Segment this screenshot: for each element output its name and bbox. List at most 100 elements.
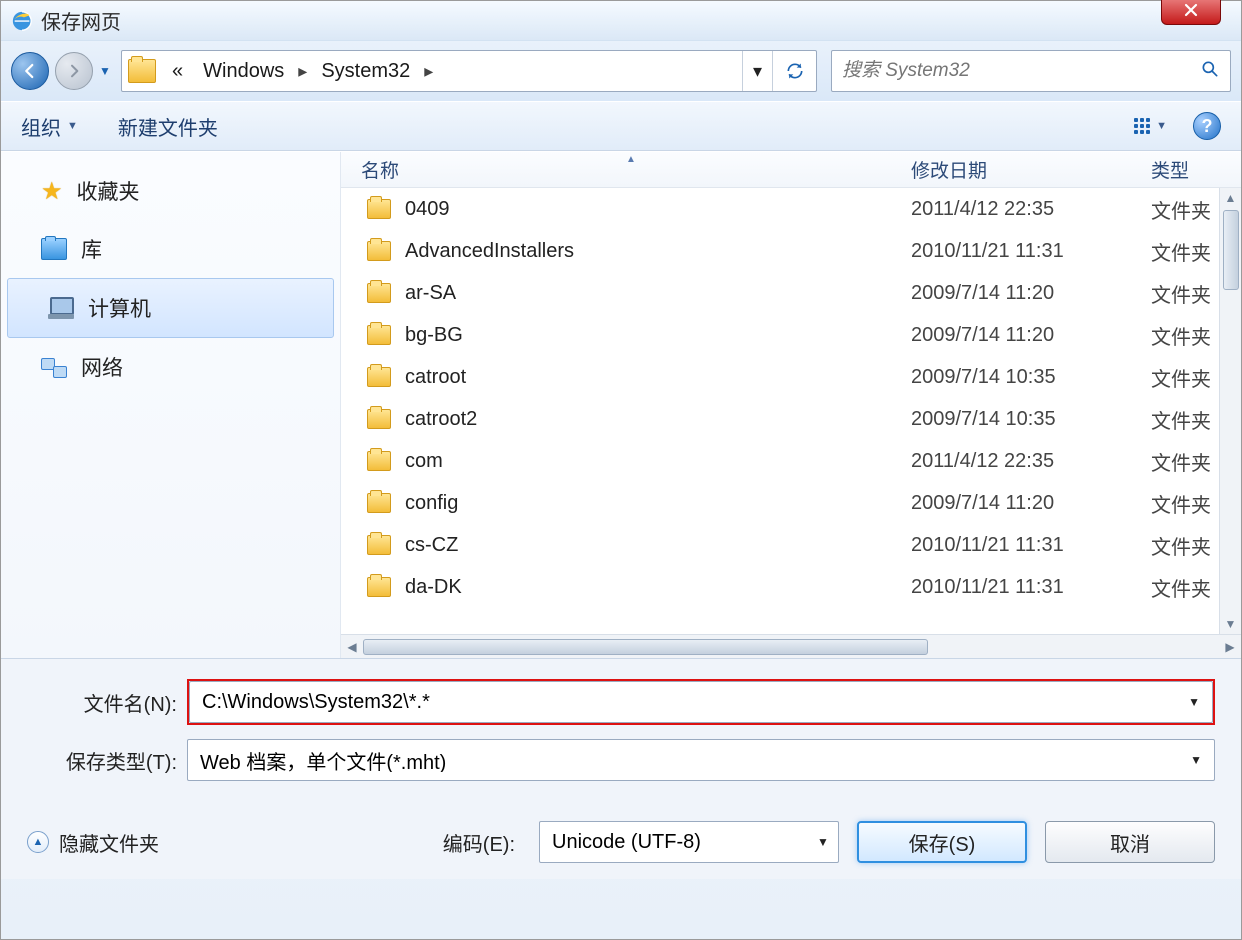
breadcrumb-segment-windows[interactable]: Windows <box>193 51 294 91</box>
scroll-down-icon[interactable]: ▼ <box>1225 614 1237 634</box>
table-row[interactable]: cs-CZ2010/11/21 11:31文件夹 <box>341 524 1241 566</box>
table-row[interactable]: bg-BG2009/7/14 11:20文件夹 <box>341 314 1241 356</box>
row-name: catroot <box>405 366 911 389</box>
row-name: da-DK <box>405 576 911 599</box>
folder-icon <box>367 283 391 303</box>
history-dropdown[interactable]: ▼ <box>99 64 115 78</box>
sidebar-item-label: 网络 <box>81 352 123 382</box>
search-box[interactable] <box>831 50 1231 92</box>
folder-icon <box>367 577 391 597</box>
close-button[interactable] <box>1161 0 1221 25</box>
chevron-down-icon[interactable]: ▼ <box>1188 695 1200 709</box>
folder-icon <box>128 59 156 83</box>
chevron-down-icon[interactable]: ▼ <box>1190 753 1202 767</box>
address-dropdown[interactable]: ▾ <box>742 51 772 91</box>
table-row[interactable]: catroot2009/7/14 10:35文件夹 <box>341 356 1241 398</box>
chevron-down-icon: ▼ <box>1156 120 1167 132</box>
encoding-label: 编码(E): <box>443 828 515 857</box>
computer-icon <box>48 297 74 319</box>
row-date: 2010/11/21 11:31 <box>911 534 1151 557</box>
column-date[interactable]: 修改日期 <box>911 156 1151 183</box>
table-row[interactable]: com2011/4/12 22:35文件夹 <box>341 440 1241 482</box>
star-icon: ★ <box>41 177 63 206</box>
scroll-right-icon[interactable]: ▶ <box>1219 640 1241 654</box>
row-name: cs-CZ <box>405 534 911 557</box>
save-button[interactable]: 保存(S) <box>857 821 1027 863</box>
organize-menu[interactable]: 组织 ▼ <box>21 112 78 141</box>
file-list: ▲名称 修改日期 类型 04092011/4/12 22:35文件夹Advanc… <box>341 152 1241 658</box>
table-row[interactable]: AdvancedInstallers2010/11/21 11:31文件夹 <box>341 230 1241 272</box>
sidebar-item-label: 收藏夹 <box>77 176 140 206</box>
sidebar-item-label: 计算机 <box>88 293 151 323</box>
row-date: 2009/7/14 10:35 <box>911 408 1151 431</box>
table-row[interactable]: 04092011/4/12 22:35文件夹 <box>341 188 1241 230</box>
row-name: bg-BG <box>405 324 911 347</box>
row-name: ar-SA <box>405 282 911 305</box>
dialog-title: 保存网页 <box>41 6 121 35</box>
row-name: 0409 <box>405 198 911 221</box>
cancel-button[interactable]: 取消 <box>1045 821 1215 863</box>
row-date: 2011/4/12 22:35 <box>911 198 1151 221</box>
table-row[interactable]: da-DK2010/11/21 11:31文件夹 <box>341 566 1241 608</box>
horizontal-scrollbar[interactable]: ◀ ▶ <box>341 634 1241 658</box>
back-button[interactable] <box>11 52 49 90</box>
refresh-button[interactable] <box>772 51 816 91</box>
address-bar[interactable]: « Windows ▸ System32 ▸ ▾ <box>121 50 817 92</box>
save-type-combo[interactable]: ▼ <box>187 739 1215 781</box>
chevron-up-icon: ▲ <box>27 831 49 853</box>
scrollbar-thumb[interactable] <box>1223 210 1239 290</box>
column-name[interactable]: ▲名称 <box>341 156 911 183</box>
chevron-down-icon: ▼ <box>67 120 78 132</box>
view-mode-button[interactable]: ▼ <box>1134 118 1167 134</box>
row-date: 2009/7/14 11:20 <box>911 492 1151 515</box>
row-name: catroot2 <box>405 408 911 431</box>
folder-icon <box>367 367 391 387</box>
new-folder-button[interactable]: 新建文件夹 <box>118 112 218 141</box>
table-row[interactable]: catroot22009/7/14 10:35文件夹 <box>341 398 1241 440</box>
hide-folders-label: 隐藏文件夹 <box>59 828 159 857</box>
column-headers: ▲名称 修改日期 类型 <box>341 152 1241 188</box>
folder-icon <box>367 241 391 261</box>
save-form: 文件名(N): ▼ 保存类型(T): ▼ ▲ 隐藏文件夹 编码(E): <box>1 659 1241 879</box>
sidebar: ★ 收藏夹 库 计算机 网络 <box>1 152 341 658</box>
chevron-right-icon[interactable]: ▸ <box>294 61 311 82</box>
row-name: AdvancedInstallers <box>405 240 911 263</box>
scrollbar-thumb[interactable] <box>363 639 928 655</box>
network-icon <box>41 356 67 378</box>
chevron-down-icon[interactable]: ▼ <box>817 835 829 849</box>
sort-asc-icon: ▲ <box>626 154 636 165</box>
row-name: com <box>405 450 911 473</box>
save-type-label: 保存类型(T): <box>27 746 177 775</box>
row-date: 2010/11/21 11:31 <box>911 576 1151 599</box>
hide-folders-toggle[interactable]: ▲ 隐藏文件夹 <box>27 828 159 857</box>
column-type[interactable]: 类型 <box>1151 156 1241 183</box>
filename-combo[interactable]: ▼ <box>189 681 1213 723</box>
libraries-icon <box>41 238 67 260</box>
row-date: 2011/4/12 22:35 <box>911 450 1151 473</box>
scroll-left-icon[interactable]: ◀ <box>341 640 363 654</box>
help-button[interactable]: ? <box>1193 112 1221 140</box>
forward-button[interactable] <box>55 52 93 90</box>
breadcrumb-chevrons[interactable]: « <box>162 51 193 91</box>
vertical-scrollbar[interactable]: ▲ ▼ <box>1219 188 1241 634</box>
sidebar-item-label: 库 <box>81 234 102 264</box>
ie-icon <box>11 10 33 32</box>
sidebar-item-favorites[interactable]: ★ 收藏夹 <box>1 162 340 220</box>
chevron-right-icon[interactable]: ▸ <box>420 61 437 82</box>
encoding-combo[interactable]: ▼ <box>539 821 839 863</box>
sidebar-item-libraries[interactable]: 库 <box>1 220 340 278</box>
row-date: 2009/7/14 11:20 <box>911 324 1151 347</box>
search-input[interactable] <box>842 60 1200 82</box>
filename-input[interactable] <box>202 691 1188 714</box>
filename-label: 文件名(N): <box>27 688 177 717</box>
row-name: config <box>405 492 911 515</box>
new-folder-label: 新建文件夹 <box>118 112 218 141</box>
search-icon[interactable] <box>1200 59 1220 84</box>
titlebar: 保存网页 <box>1 1 1241 41</box>
sidebar-item-network[interactable]: 网络 <box>1 338 340 396</box>
table-row[interactable]: ar-SA2009/7/14 11:20文件夹 <box>341 272 1241 314</box>
sidebar-item-computer[interactable]: 计算机 <box>7 278 334 338</box>
breadcrumb-segment-system32[interactable]: System32 <box>311 51 420 91</box>
table-row[interactable]: config2009/7/14 11:20文件夹 <box>341 482 1241 524</box>
scroll-up-icon[interactable]: ▲ <box>1225 188 1237 208</box>
